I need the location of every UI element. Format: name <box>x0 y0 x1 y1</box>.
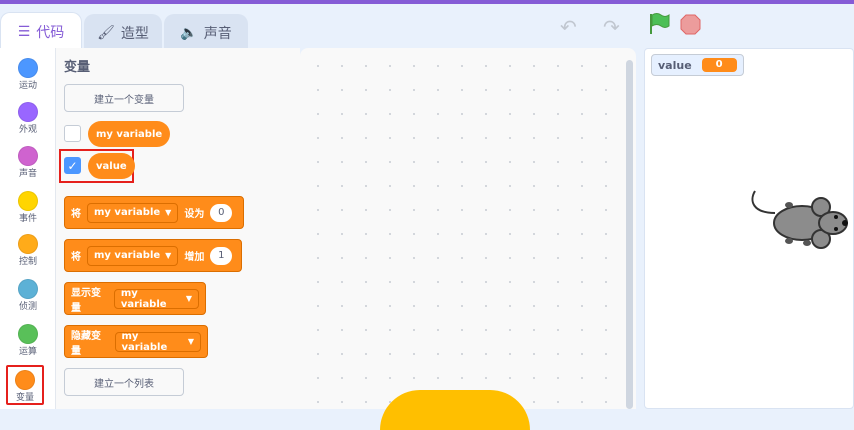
redo-icon[interactable]: ↷ <box>603 15 620 39</box>
category-label: 事件 <box>18 214 37 224</box>
value-input[interactable]: 0 <box>210 203 233 222</box>
brush-icon: 🖌 <box>97 24 115 41</box>
caret-down-icon: ▼ <box>187 337 194 346</box>
green-flag-icon[interactable] <box>648 12 670 36</box>
tab-code[interactable]: ☰ 代码 <box>0 12 82 50</box>
variable-monitor[interactable]: value 0 <box>651 54 744 76</box>
category-label: 运算 <box>18 347 37 357</box>
variable-dropdown[interactable]: my variable ▼ <box>113 287 199 310</box>
looks-dot-icon <box>18 102 38 122</box>
dropdown-value: my variable <box>121 330 168 353</box>
monitor-label: value <box>658 58 692 72</box>
block-text: 将 <box>71 252 81 263</box>
stop-icon[interactable] <box>680 14 701 35</box>
speaker-icon: 🔈 <box>180 24 198 41</box>
variable-checkbox[interactable]: ✓ <box>64 157 81 174</box>
category-operators[interactable]: 运算 <box>0 318 56 362</box>
motion-dot-icon <box>18 58 38 78</box>
category-menu: 运动 外观 声音 事件 控制 侦测 运算 变量 <box>0 48 56 409</box>
variables-dot-icon <box>15 370 35 390</box>
sensing-dot-icon <box>18 279 38 299</box>
operators-dot-icon <box>18 324 38 344</box>
variable-reporter[interactable]: value <box>88 153 135 179</box>
stage[interactable]: value 0 <box>644 48 854 409</box>
caret-down-icon: ▼ <box>165 208 172 217</box>
value-input[interactable]: 1 <box>210 246 233 265</box>
block-text: 显示变量 <box>71 287 101 314</box>
variable-dropdown[interactable]: my variable ▼ <box>114 330 201 353</box>
category-label: 侦测 <box>18 302 37 312</box>
caret-down-icon: ▼ <box>185 294 192 303</box>
category-label: 运动 <box>18 81 37 91</box>
event-hat-block[interactable] <box>380 390 530 430</box>
category-motion[interactable]: 运动 <box>0 52 56 96</box>
set-variable-block[interactable]: 将 my variable ▼ 设为 0 <box>64 196 244 229</box>
category-label: 声音 <box>18 169 37 179</box>
code-icon: ☰ <box>17 23 31 40</box>
variable-dropdown[interactable]: my variable ▼ <box>87 245 179 266</box>
make-variable-button[interactable]: 建立一个变量 <box>64 84 184 112</box>
sound-dot-icon <box>18 146 38 166</box>
caret-down-icon: ▼ <box>165 251 172 260</box>
category-variables[interactable]: 变量 <box>6 365 44 405</box>
dropdown-value: my variable <box>94 207 161 218</box>
category-control[interactable]: 控制 <box>0 228 56 272</box>
show-variable-block[interactable]: 显示变量 my variable ▼ <box>64 282 206 315</box>
events-dot-icon <box>18 191 38 211</box>
checkmark-icon: ✓ <box>67 158 78 173</box>
script-workspace[interactable] <box>300 48 636 409</box>
editor-tabs: ☰ 代码 🖌 造型 🔈 声音 <box>0 10 640 50</box>
palette-title: 变量 <box>64 60 91 75</box>
tab-sounds-label: 声音 <box>203 25 232 42</box>
category-sensing[interactable]: 侦测 <box>0 273 56 317</box>
category-label: 外观 <box>18 125 37 135</box>
hide-variable-block[interactable]: 隐藏变量 my variable ▼ <box>64 325 208 358</box>
block-text: 将 <box>71 209 81 220</box>
variable-reporter[interactable]: my variable <box>88 121 171 147</box>
dropdown-value: my variable <box>120 287 167 310</box>
block-text: 增加 <box>184 252 205 263</box>
block-palette: 变量 建立一个变量 my variable ✓ value 将 my varia… <box>56 48 300 409</box>
variable-dropdown[interactable]: my variable ▼ <box>87 202 179 223</box>
category-label: 变量 <box>15 393 34 403</box>
control-dot-icon <box>18 234 38 254</box>
tab-costumes-label: 造型 <box>120 25 149 42</box>
make-list-button[interactable]: 建立一个列表 <box>64 368 184 396</box>
variable-checkbox[interactable] <box>64 125 81 142</box>
tab-sounds[interactable]: 🔈 声音 <box>164 14 248 50</box>
category-events[interactable]: 事件 <box>0 185 56 229</box>
block-text: 隐藏变量 <box>71 330 101 357</box>
workspace-scrollbar[interactable] <box>626 60 633 409</box>
category-looks[interactable]: 外观 <box>0 96 56 140</box>
top-menu-bar <box>0 0 854 4</box>
category-sound[interactable]: 声音 <box>0 140 56 184</box>
change-variable-block[interactable]: 将 my variable ▼ 增加 1 <box>64 239 242 272</box>
block-text: 设为 <box>184 209 205 220</box>
mouse-sprite-icon[interactable] <box>747 183 854 253</box>
tab-costumes[interactable]: 🖌 造型 <box>84 14 162 50</box>
undo-icon[interactable]: ↶ <box>560 15 577 39</box>
monitor-value: 0 <box>701 58 737 72</box>
category-label: 控制 <box>18 257 37 267</box>
tab-code-label: 代码 <box>36 24 65 41</box>
dropdown-value: my variable <box>94 250 161 261</box>
